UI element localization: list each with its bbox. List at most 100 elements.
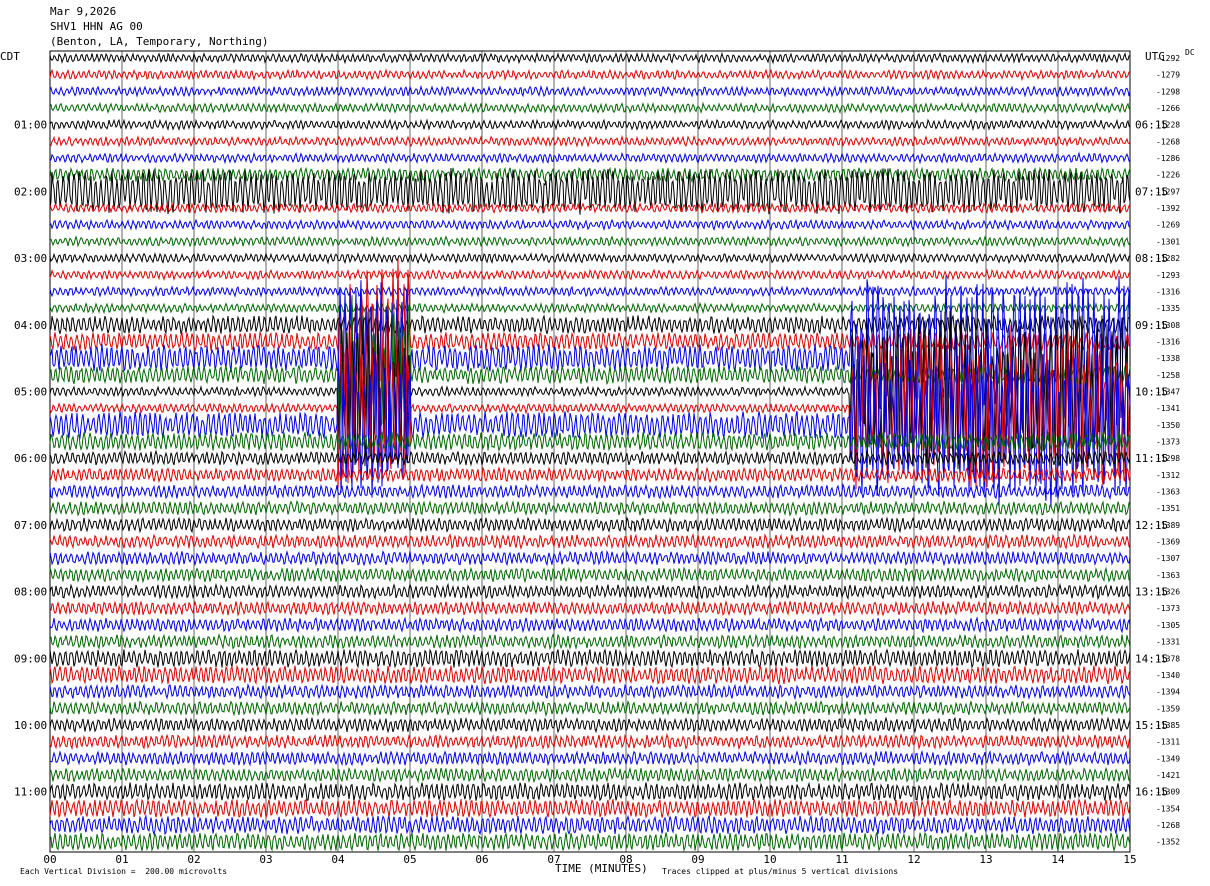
dc-offset-label: -1311 [1156,738,1180,747]
seismic-trace [49,682,1131,701]
seismic-trace [49,533,1131,551]
cdt-time-label: 07:00 [14,519,47,532]
dc-offset-label: -1316 [1156,337,1180,346]
seismic-trace [49,830,1131,853]
x-tick-label: 09 [691,853,704,866]
seismic-trace [49,68,1131,82]
dc-offset-label: -1338 [1156,354,1180,363]
dc-offset-label: -1394 [1156,688,1180,697]
seismic-trace [49,499,1131,517]
x-tick-label: 11 [835,853,848,866]
x-tick-label: 05 [403,853,416,866]
seismic-trace [49,599,1131,617]
dc-offset-label: -1350 [1156,421,1180,430]
seismic-trace [49,166,1131,184]
dc-offset-label: -1258 [1156,371,1180,380]
dc-offset-label: -1298 [1156,87,1180,96]
dc-offset-label: -1363 [1156,571,1180,580]
utc-time-label: 14:15 [1135,652,1168,665]
dc-offset-label: -1268 [1156,821,1180,830]
dc-offset-label: -1340 [1156,671,1180,680]
utc-time-label: 07:15 [1135,185,1168,198]
seismic-trace [49,648,1131,669]
dc-offset-label: -1286 [1156,154,1180,163]
dc-offset-label: -1292 [1156,54,1180,63]
cdt-time-label: 06:00 [14,452,47,465]
dc-offset-label: -1269 [1156,221,1180,230]
seismic-trace [49,268,1131,282]
cdt-time-label: 11:00 [14,786,47,799]
x-tick-label: 04 [331,853,345,866]
x-tick-label: 02 [187,853,200,866]
seismic-trace [50,235,1131,248]
dc-offset-label: -1351 [1156,504,1180,513]
seismic-trace [49,84,1131,98]
cdt-time-label: 04:00 [14,319,47,332]
dc-offset-label: -1392 [1156,204,1180,213]
x-tick-label: 03 [259,853,272,866]
seismic-trace [49,549,1131,567]
seismic-trace [49,616,1131,634]
dc-offset-label: -1335 [1156,304,1180,313]
seismic-trace [49,134,1131,148]
seismic-trace [49,664,1131,685]
x-tick-label: 13 [979,853,992,866]
x-axis-title: TIME (MINUTES) [555,862,648,875]
dc-offset-label: -1349 [1156,754,1180,763]
cdt-time-label: 03:00 [14,252,47,265]
seismic-trace [49,814,1131,836]
x-tick-label: 06 [475,853,488,866]
seismic-trace [49,51,1131,65]
seismic-trace [49,766,1131,784]
dc-offset-label: -1354 [1156,804,1180,813]
seismic-trace [49,797,1131,820]
x-tick-label: 01 [115,853,128,866]
seismic-trace [49,700,1131,717]
seismic-trace [49,749,1131,767]
footer-scale-note: Each Vertical Division = 200.00 microvol… [20,867,228,876]
seismic-trace [49,482,1131,501]
seismic-trace [49,632,1131,651]
utc-time-label: 11:15 [1135,452,1168,465]
cdt-time-label: 02:00 [14,185,47,198]
dc-offset-label: -1373 [1156,604,1180,613]
dc-offset-label: -1307 [1156,554,1180,563]
cdt-time-label: 09:00 [14,652,47,665]
dc-offset-label: -1421 [1156,771,1180,780]
seismogram-plot: -1292-1279-1298-1266-1228-1268-1286-1226… [14,50,1180,866]
dc-offset-label: -1352 [1156,838,1180,847]
seismic-trace [49,252,1131,265]
seismic-trace [49,582,1131,601]
cdt-time-label: 08:00 [14,586,47,599]
dc-offset-label: -1312 [1156,471,1180,480]
x-tick-label: 15 [1123,853,1136,866]
x-tick-label: 00 [43,853,56,866]
dc-offset-label: -1373 [1156,437,1180,446]
x-tick-label: 12 [907,853,920,866]
utc-time-label: 16:15 [1135,786,1168,799]
utc-time-label: 08:15 [1135,252,1168,265]
dc-offset-label: -1331 [1156,638,1180,647]
dc-offset-label: -1363 [1156,488,1180,497]
seismic-trace [49,732,1131,751]
dc-offset-label: -1369 [1156,538,1180,547]
seismic-trace [49,716,1131,734]
dc-offset-label: -1279 [1156,71,1180,80]
cdt-time-label: 05:00 [14,385,47,398]
dc-offset-label: -1293 [1156,271,1180,280]
seismic-trace [49,284,1131,298]
seismic-trace [49,301,1131,315]
utc-time-label: 13:15 [1135,586,1168,599]
utc-time-label: 12:15 [1135,519,1168,532]
x-tick-label: 10 [763,853,776,866]
utc-time-label: 06:15 [1135,119,1168,132]
seismic-trace [49,781,1131,803]
utc-time-label: 09:15 [1135,319,1168,332]
dc-offset-label: -1341 [1156,404,1180,413]
utc-time-label: 15:15 [1135,719,1168,732]
seismic-trace [49,218,1131,232]
dc-offset-label: -1301 [1156,237,1180,246]
x-tick-label: 14 [1051,853,1065,866]
utc-time-label: 10:15 [1135,385,1168,398]
seismic-trace [49,566,1131,584]
